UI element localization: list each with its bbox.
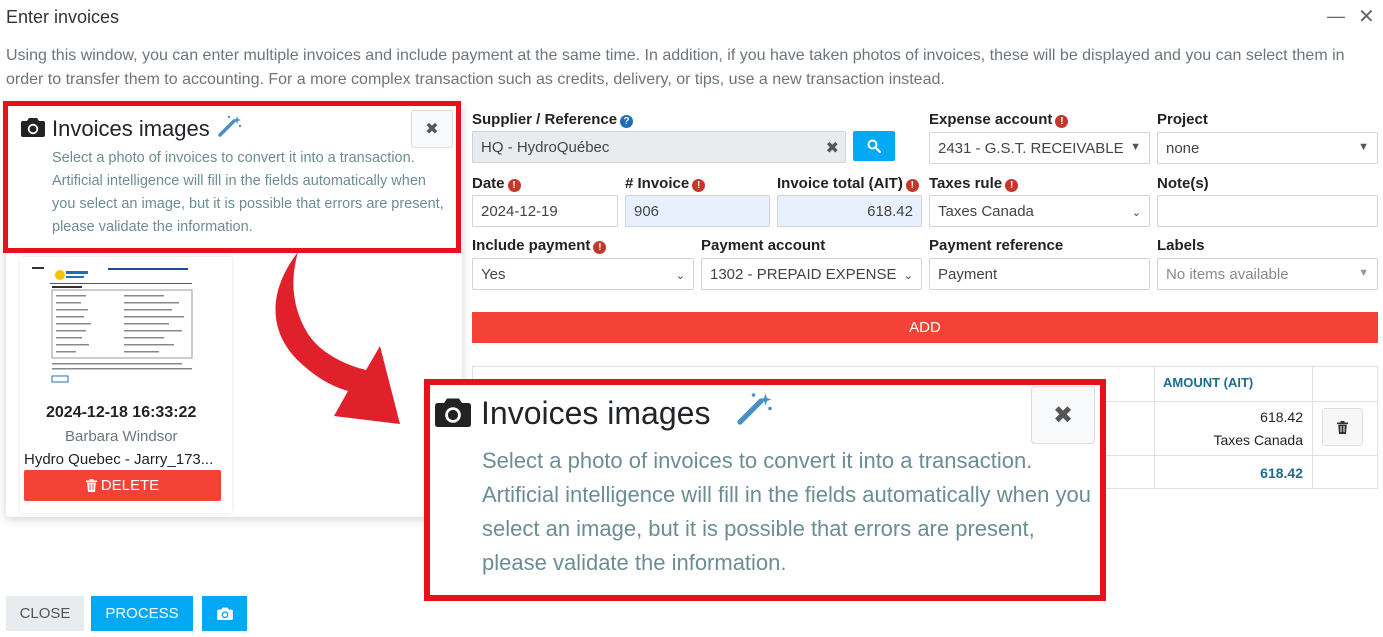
total-amount: 618.42 — [1260, 465, 1303, 481]
caret-down-icon: ▼ — [1358, 141, 1369, 153]
panel-title: Invoices images — [52, 116, 210, 141]
include-payment-label: Include payment! — [472, 237, 607, 254]
taxes-rule-label: Taxes rule! — [929, 175, 1019, 192]
payment-account-select[interactable]: 1302 - PREPAID EXPENSE ⌄ — [701, 258, 922, 290]
date-input[interactable]: 2024-12-19 — [472, 195, 618, 227]
required-icon: ! — [507, 179, 521, 192]
payment-reference-label: Payment reference — [929, 237, 1064, 254]
caret-down-icon: ▼ — [1358, 267, 1369, 279]
search-button[interactable] — [853, 131, 895, 161]
invoice-image-datetime: 2024-12-18 16:33:22 — [46, 404, 197, 421]
close-x-icon: ✖ — [1052, 401, 1074, 429]
supplier-label: Supplier / Reference? — [472, 111, 634, 128]
trash-icon — [85, 479, 97, 492]
close-panel-button[interactable]: ✖ — [411, 110, 453, 148]
invoice-image-thumbnail[interactable] — [30, 263, 200, 388]
include-payment-select[interactable]: Yes ⌄ — [472, 258, 694, 290]
delete-image-button[interactable]: DELETE — [24, 470, 221, 501]
project-select[interactable]: none ▼ — [1157, 132, 1378, 164]
expense-account-select[interactable]: 2431 - G.S.T. RECEIVABLE ▼ — [929, 132, 1150, 164]
row-amount: 618.42 — [1260, 409, 1303, 425]
close-icon[interactable]: ✕ — [1358, 4, 1375, 29]
required-icon: ! — [1055, 115, 1069, 128]
labels-select[interactable]: No items available ▼ — [1157, 258, 1378, 290]
required-icon: ! — [692, 179, 706, 192]
delete-row-button[interactable] — [1322, 408, 1363, 446]
amount-column-header: AMOUNT (AIT) — [1163, 375, 1254, 390]
search-icon — [867, 139, 881, 153]
intro-text: Using this window, you can enter multipl… — [6, 47, 1345, 88]
invoice-total-label: Invoice total (AIT)! — [777, 175, 919, 192]
labels-label: Labels — [1157, 237, 1205, 254]
invoice-image-user: Barbara Windsor — [65, 428, 178, 445]
taxes-rule-select[interactable]: Taxes Canada ⌄ — [929, 195, 1150, 227]
minimize-icon[interactable]: — — [1327, 6, 1345, 27]
notes-label: Note(s) — [1157, 175, 1209, 192]
zoomed-panel-title: Invoices images — [481, 395, 711, 431]
chevron-down-icon: ⌄ — [903, 270, 913, 282]
zoomed-panel-description: Select a photo of invoices to convert it… — [482, 448, 1091, 575]
help-icon[interactable]: ? — [620, 115, 634, 128]
camera-icon — [435, 398, 471, 427]
panel-description: Select a photo of invoices to convert it… — [52, 150, 444, 235]
magic-wand-icon — [218, 115, 242, 137]
magic-wand-icon — [737, 393, 772, 425]
window-title: Enter invoices — [6, 7, 120, 27]
close-x-icon: ✖ — [425, 121, 439, 138]
camera-button[interactable] — [202, 596, 247, 631]
invoice-image-filename: Hydro Quebec - Jarry_173... — [24, 451, 214, 468]
add-button[interactable]: ADD — [472, 312, 1378, 343]
close-button[interactable]: CLOSE — [6, 596, 84, 631]
payment-account-label: Payment account — [701, 237, 826, 254]
notes-input[interactable] — [1157, 195, 1378, 227]
chevron-down-icon: ⌄ — [675, 270, 685, 282]
required-icon: ! — [593, 241, 607, 254]
table-column-divider — [1312, 366, 1313, 489]
camera-icon — [21, 118, 45, 137]
row-taxes: Taxes Canada — [1213, 432, 1303, 448]
red-arrow-graphic — [275, 252, 400, 424]
table-column-divider — [1154, 366, 1155, 489]
zoomed-close-panel-button[interactable]: ✖ — [1031, 386, 1095, 444]
expense-account-label: Expense account! — [929, 111, 1069, 128]
project-label: Project — [1157, 111, 1208, 128]
caret-down-icon: ▼ — [1130, 141, 1141, 153]
trash-icon — [1337, 420, 1348, 434]
required-icon: ! — [905, 179, 919, 192]
date-label: Date! — [472, 175, 521, 192]
invoice-number-input[interactable]: 906 — [625, 195, 770, 227]
chevron-down-icon: ⌄ — [1131, 207, 1141, 219]
clear-icon[interactable]: ✖ — [826, 138, 839, 158]
required-icon: ! — [1005, 179, 1019, 192]
process-button[interactable]: PROCESS — [91, 596, 193, 631]
delete-button-label: DELETE — [100, 477, 160, 494]
camera-icon — [216, 607, 233, 620]
payment-reference-input[interactable]: Payment — [929, 258, 1150, 290]
invoice-total-input[interactable]: 618.42 — [777, 195, 922, 227]
supplier-input[interactable]: HQ - HydroQuébec ✖ — [472, 131, 846, 163]
invoice-number-label: # Invoice! — [625, 175, 706, 192]
